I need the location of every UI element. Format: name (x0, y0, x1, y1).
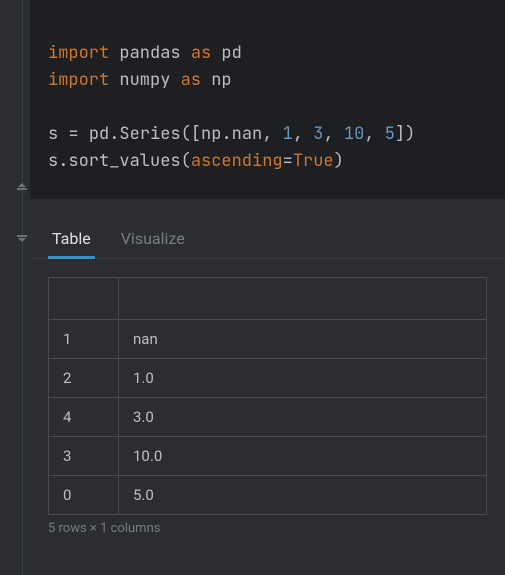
code-line: import pandas as pd (48, 40, 487, 67)
table-header-row (49, 278, 487, 320)
code-line: s.sort_values(ascending=True) (48, 148, 487, 175)
column-header[interactable] (119, 278, 487, 320)
column-header[interactable] (49, 278, 119, 320)
table-row[interactable]: 43.0 (49, 398, 487, 437)
code-line (48, 94, 487, 121)
table-row[interactable]: 21.0 (49, 359, 487, 398)
table-row[interactable]: 1nan (49, 320, 487, 359)
value-cell: 5.0 (119, 476, 487, 515)
editor-gutter (0, 0, 30, 575)
value-cell: 3.0 (119, 398, 487, 437)
index-cell: 1 (49, 320, 119, 359)
output-area: Table Visualize 1nan21.043.0310.005.0 5 r… (30, 199, 505, 542)
code-cell[interactable]: import pandas as pdimport numpy as np s … (30, 0, 505, 199)
table-row[interactable]: 310.0 (49, 437, 487, 476)
table-row[interactable]: 05.0 (49, 476, 487, 515)
index-cell: 2 (49, 359, 119, 398)
code-line: import numpy as np (48, 67, 487, 94)
value-cell: 1.0 (119, 359, 487, 398)
index-cell: 0 (49, 476, 119, 515)
index-cell: 4 (49, 398, 119, 437)
output-collapse-icon[interactable] (14, 232, 30, 248)
output-tabs: Table Visualize (30, 221, 505, 259)
value-cell: 10.0 (119, 437, 487, 476)
cell-collapse-icon[interactable] (14, 177, 30, 193)
gutter-divider (22, 0, 23, 575)
value-cell: nan (119, 320, 487, 359)
output-table: 1nan21.043.0310.005.0 (48, 277, 487, 515)
tab-visualize[interactable]: Visualize (117, 221, 189, 258)
index-cell: 3 (49, 437, 119, 476)
code-line: s = pd.Series([np.nan, 1, 3, 10, 5]) (48, 121, 487, 148)
table-footer: 5 rows × 1 columns (30, 515, 505, 542)
tab-table[interactable]: Table (48, 221, 95, 258)
output-table-wrap: 1nan21.043.0310.005.0 (30, 259, 505, 515)
